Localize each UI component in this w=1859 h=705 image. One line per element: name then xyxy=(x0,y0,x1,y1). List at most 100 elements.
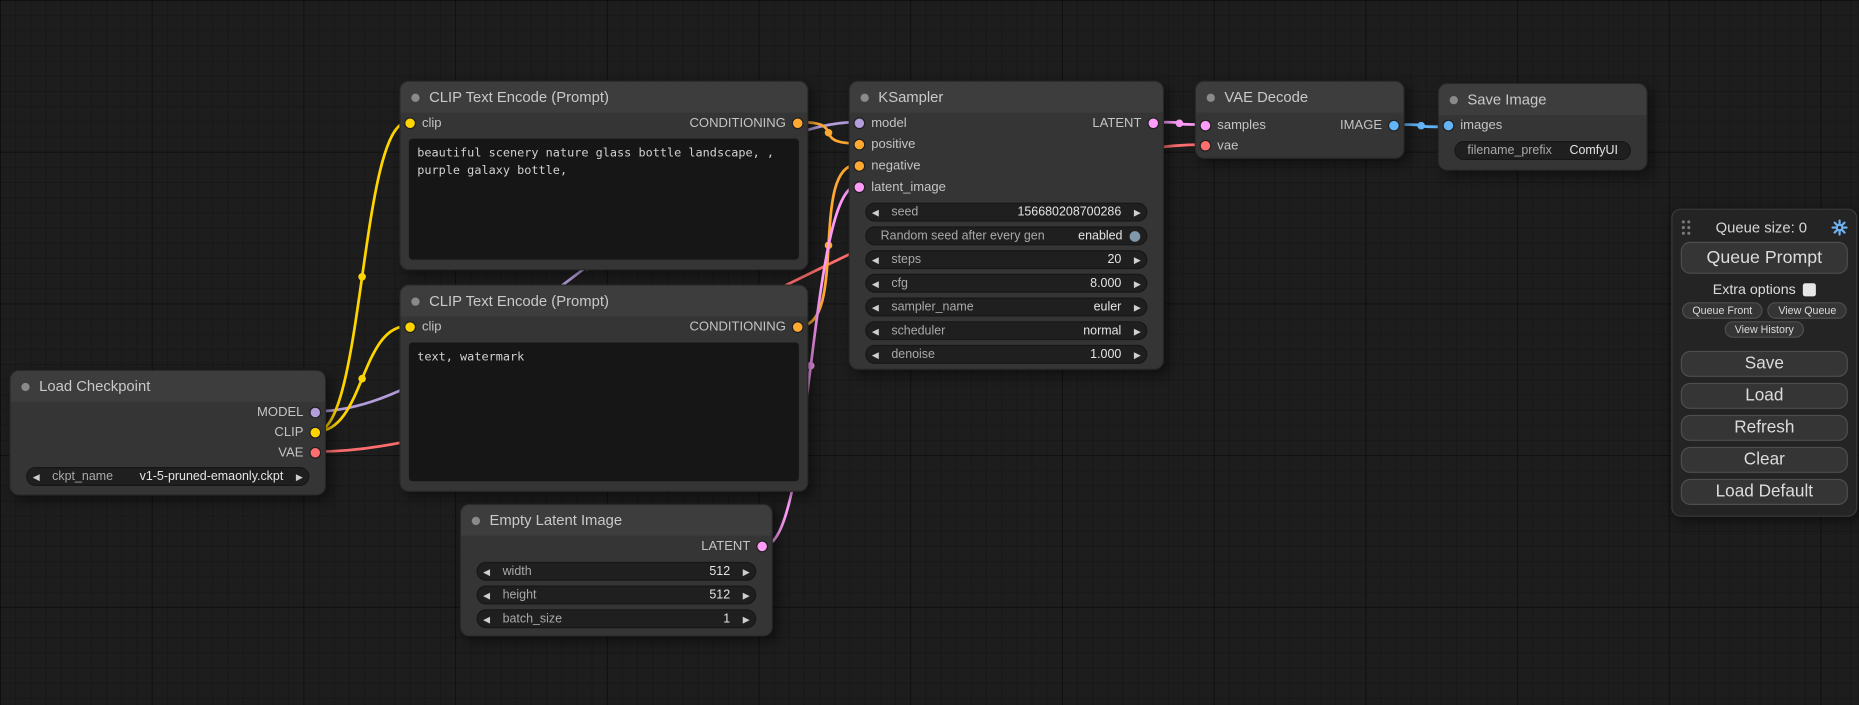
input-label: negative xyxy=(871,159,920,173)
widget-sampler-name[interactable]: sampler_name euler xyxy=(865,298,1147,317)
input-label: model xyxy=(871,116,907,130)
increment-arrow-icon[interactable] xyxy=(1128,254,1146,265)
queue-front-button[interactable]: Queue Front xyxy=(1682,302,1763,319)
widget-height[interactable]: height 512 xyxy=(476,586,756,605)
node-title-bar[interactable]: CLIP Text Encode (Prompt) xyxy=(401,82,808,113)
widget-scheduler[interactable]: scheduler normal xyxy=(865,321,1147,340)
decrement-arrow-icon[interactable] xyxy=(866,302,884,313)
decrement-arrow-icon[interactable] xyxy=(866,325,884,336)
collapse-dot-icon[interactable] xyxy=(1207,93,1215,101)
input-dot-images[interactable] xyxy=(1444,121,1453,130)
output-dot-conditioning[interactable] xyxy=(793,322,802,331)
input-dot-vae[interactable] xyxy=(1201,140,1210,149)
decrement-arrow-icon[interactable] xyxy=(866,278,884,289)
negative-prompt-textarea[interactable]: text, watermark xyxy=(409,343,799,482)
slot-row: CLIP xyxy=(11,422,325,442)
increment-arrow-icon[interactable] xyxy=(737,590,755,601)
widget-cfg[interactable]: cfg 8.000 xyxy=(865,274,1147,293)
node-ksampler[interactable]: KSampler model LATENT positive negative … xyxy=(849,81,1164,370)
increment-arrow-icon[interactable] xyxy=(1128,278,1146,289)
view-history-button[interactable]: View History xyxy=(1724,321,1804,338)
input-dot-latent-image[interactable] xyxy=(855,183,864,192)
increment-arrow-icon[interactable] xyxy=(737,566,755,577)
output-label: LATENT xyxy=(701,539,750,553)
output-dot-conditioning[interactable] xyxy=(793,119,802,128)
output-dot-vae[interactable] xyxy=(311,447,320,456)
collapse-dot-icon[interactable] xyxy=(21,382,29,390)
widget-batch-size[interactable]: batch_size 1 xyxy=(476,609,756,628)
collapse-dot-icon[interactable] xyxy=(861,93,869,101)
collapse-dot-icon[interactable] xyxy=(472,516,480,524)
input-dot-clip[interactable] xyxy=(405,119,414,128)
input-dot-negative[interactable] xyxy=(855,161,864,170)
node-title: CLIP Text Encode (Prompt) xyxy=(429,89,609,106)
decrement-arrow-icon[interactable] xyxy=(478,590,496,601)
input-dot-samples[interactable] xyxy=(1201,120,1210,129)
node-title-bar[interactable]: VAE Decode xyxy=(1196,82,1403,113)
decrement-arrow-icon[interactable] xyxy=(478,566,496,577)
decrement-arrow-icon[interactable] xyxy=(866,207,884,218)
widget-value: 1 xyxy=(723,612,730,626)
view-queue-button[interactable]: View Queue xyxy=(1768,302,1847,319)
input-label: images xyxy=(1460,119,1502,133)
collapse-dot-icon[interactable] xyxy=(411,93,419,101)
increment-arrow-icon[interactable] xyxy=(290,471,308,482)
node-title-bar[interactable]: Save Image xyxy=(1439,84,1646,115)
node-clip-text-encode-negative[interactable]: CLIP Text Encode (Prompt) clip CONDITION… xyxy=(399,284,808,491)
save-button[interactable]: Save xyxy=(1681,351,1848,377)
increment-arrow-icon[interactable] xyxy=(1128,349,1146,360)
link-midpoint-dot xyxy=(1417,122,1425,130)
positive-prompt-textarea[interactable]: beautiful scenery nature glass bottle la… xyxy=(409,139,799,260)
widget-label: batch_size xyxy=(503,612,563,626)
decrement-arrow-icon[interactable] xyxy=(478,613,496,624)
drag-handle-icon[interactable] xyxy=(1681,219,1692,236)
node-title-bar[interactable]: KSampler xyxy=(850,82,1163,113)
node-load-checkpoint[interactable]: Load Checkpoint MODEL CLIP VAE ckpt_name… xyxy=(9,370,325,496)
slot-row: vae xyxy=(1196,135,1403,155)
load-default-button[interactable]: Load Default xyxy=(1681,479,1848,505)
input-dot-clip[interactable] xyxy=(405,322,414,331)
node-clip-text-encode-positive[interactable]: CLIP Text Encode (Prompt) clip CONDITION… xyxy=(399,81,808,271)
decrement-arrow-icon[interactable] xyxy=(866,254,884,265)
queue-size-label: Queue size: 0 xyxy=(1716,219,1807,236)
node-title-bar[interactable]: CLIP Text Encode (Prompt) xyxy=(401,286,808,317)
increment-arrow-icon[interactable] xyxy=(1128,325,1146,336)
increment-arrow-icon[interactable] xyxy=(1128,207,1146,218)
collapse-dot-icon[interactable] xyxy=(411,297,419,305)
clear-button[interactable]: Clear xyxy=(1681,447,1848,473)
extra-options-checkbox[interactable] xyxy=(1803,283,1816,296)
output-label: LATENT xyxy=(1092,116,1141,130)
load-button[interactable]: Load xyxy=(1681,383,1848,409)
output-dot-clip[interactable] xyxy=(311,427,320,436)
output-dot-image[interactable] xyxy=(1389,120,1398,129)
graph-canvas[interactable]: Load Checkpoint MODEL CLIP VAE ckpt_name… xyxy=(0,0,1859,705)
widget-width[interactable]: width 512 xyxy=(476,562,756,581)
widget-steps[interactable]: steps 20 xyxy=(865,250,1147,269)
widget-label: width xyxy=(503,564,532,578)
increment-arrow-icon[interactable] xyxy=(1128,302,1146,313)
node-vae-decode[interactable]: VAE Decode samples IMAGE vae xyxy=(1195,81,1405,159)
node-title-bar[interactable]: Load Checkpoint xyxy=(11,371,325,402)
node-empty-latent-image[interactable]: Empty Latent Image LATENT width 512 heig… xyxy=(460,504,773,637)
widget-denoise[interactable]: denoise 1.000 xyxy=(865,345,1147,364)
widget-ckpt-name[interactable]: ckpt_name v1-5-pruned-emaonly.ckpt xyxy=(26,467,309,486)
queue-prompt-button[interactable]: Queue Prompt xyxy=(1681,242,1848,274)
decrement-arrow-icon[interactable] xyxy=(27,471,45,482)
slot-row: images xyxy=(1439,115,1646,136)
output-dot-latent[interactable] xyxy=(1149,119,1158,128)
toggle-icon[interactable] xyxy=(1130,231,1141,242)
settings-gear-icon[interactable] xyxy=(1831,219,1848,236)
widget-random-seed-toggle[interactable]: Random seed after every gen enabled xyxy=(865,226,1147,245)
node-title-bar[interactable]: Empty Latent Image xyxy=(461,505,772,536)
decrement-arrow-icon[interactable] xyxy=(866,349,884,360)
widget-seed[interactable]: seed 156680208700286 xyxy=(865,203,1147,222)
input-dot-model[interactable] xyxy=(855,119,864,128)
widget-filename-prefix[interactable]: filename_prefix ComfyUI xyxy=(1454,141,1631,160)
node-save-image[interactable]: Save Image images filename_prefix ComfyU… xyxy=(1438,83,1648,171)
increment-arrow-icon[interactable] xyxy=(737,613,755,624)
input-dot-positive[interactable] xyxy=(855,140,864,149)
output-dot-latent[interactable] xyxy=(757,542,766,551)
collapse-dot-icon[interactable] xyxy=(1450,95,1458,103)
refresh-button[interactable]: Refresh xyxy=(1681,415,1848,441)
output-dot-model[interactable] xyxy=(311,407,320,416)
